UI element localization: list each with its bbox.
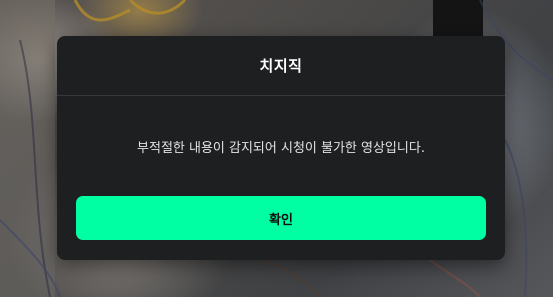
dialog-message: 부적절한 내용이 감지되어 시청이 불가한 영상입니다. [137, 140, 425, 156]
dialog-footer: 확인 [57, 196, 505, 240]
confirm-button[interactable]: 확인 [76, 196, 486, 240]
content-warning-dialog: 치지직 부적절한 내용이 감지되어 시청이 불가한 영상입니다. 확인 [57, 36, 505, 260]
video-background: 치지직 부적절한 내용이 감지되어 시청이 불가한 영상입니다. 확인 [0, 0, 553, 297]
dialog-body: 부적절한 내용이 감지되어 시청이 불가한 영상입니다. [57, 96, 505, 196]
dialog-header: 치지직 [57, 36, 505, 96]
dialog-title: 치지직 [259, 57, 303, 75]
